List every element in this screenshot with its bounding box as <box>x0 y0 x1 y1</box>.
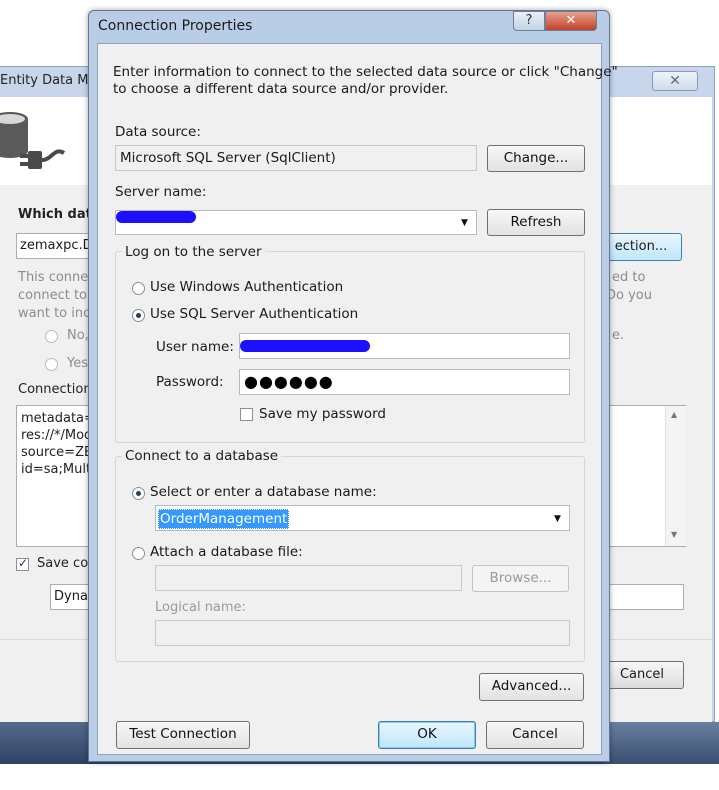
taskbar-strip-right <box>603 722 719 764</box>
dialog-title: Connection Properties <box>98 18 253 34</box>
save-password-checkbox[interactable] <box>240 408 253 421</box>
sql-auth-label: Use SQL Server Authentication <box>150 306 359 322</box>
wizard-title: Entity Data Mo <box>0 73 97 88</box>
database-name-value[interactable]: OrderManagement <box>158 509 290 529</box>
password-label: Password: <box>156 374 224 390</box>
check-mark-icon: ✓ <box>18 556 29 570</box>
windows-auth-label: Use Windows Authentication <box>150 279 344 295</box>
username-redaction <box>240 340 370 352</box>
advanced-button[interactable]: Advanced... <box>479 673 584 701</box>
windows-auth-radio[interactable] <box>132 282 145 295</box>
server-name-redaction <box>116 211 196 223</box>
dropdown-arrow-icon[interactable]: ▼ <box>461 218 468 228</box>
wizard-grey-text-r1: ed to <box>612 270 646 285</box>
attach-db-file-input[interactable] <box>155 565 462 591</box>
password-input[interactable]: ●●●●●● <box>239 369 570 395</box>
cancel-button[interactable]: Cancel <box>486 721 584 749</box>
dropdown-arrow-icon[interactable]: ▼ <box>554 514 561 524</box>
password-value: ●●●●●● <box>244 372 334 391</box>
radio-yes[interactable] <box>45 358 58 371</box>
browse-button[interactable]: Browse... <box>472 565 569 592</box>
connection-string-line-2: res://*/Mod <box>21 428 93 443</box>
plug-icon <box>20 149 66 169</box>
logical-name-label: Logical name: <box>155 600 246 615</box>
close-icon[interactable]: ✕ <box>545 11 597 31</box>
new-connection-button[interactable]: ection... <box>600 233 682 261</box>
wizard-grey-text-3: want to inc <box>18 306 91 321</box>
connection-string-line-1: metadata= <box>21 411 95 426</box>
scroll-down-icon[interactable]: ▼ <box>671 530 677 539</box>
attach-db-label: Attach a database file: <box>150 544 303 560</box>
wizard-close-button[interactable]: ✕ <box>652 71 698 91</box>
username-input[interactable] <box>239 333 570 359</box>
connection-string-scrollbar[interactable]: ▲ ▼ <box>665 406 686 546</box>
refresh-button[interactable]: Refresh <box>487 209 585 236</box>
connection-string-line-4: id=sa;Multi <box>21 462 95 477</box>
database-group-label: Connect to a database <box>122 448 282 464</box>
connection-properties-dialog: Connection Properties ? ✕ Enter informat… <box>88 10 618 762</box>
connection-combo[interactable]: zemaxpc.D <box>16 233 96 259</box>
dialog-client-area: Enter information to connect to the sele… <box>97 43 618 755</box>
intro-text-line-1: Enter information to connect to the sele… <box>113 64 618 80</box>
ok-button[interactable]: OK <box>378 721 476 749</box>
connection-string-label: Connection <box>18 382 92 397</box>
test-connection-button[interactable]: Test Connection <box>116 721 250 749</box>
save-password-label: Save my password <box>259 406 386 422</box>
scroll-up-icon[interactable]: ▲ <box>671 410 677 419</box>
change-button[interactable]: Change... <box>487 145 585 172</box>
help-icon[interactable]: ? <box>513 11 545 31</box>
logical-name-input[interactable] <box>155 620 570 646</box>
radio-no[interactable] <box>45 330 58 343</box>
intro-text-line-2: to choose a different data source and/or… <box>113 81 449 97</box>
wizard-grey-text-2: connect to <box>18 288 88 303</box>
data-source-value: Microsoft SQL Server (SqlClient) <box>115 145 477 171</box>
logon-group-label: Log on to the server <box>122 244 265 260</box>
select-db-label: Select or enter a database name: <box>150 484 377 500</box>
wizard-cancel-button[interactable]: Cancel <box>600 661 684 689</box>
data-source-label: Data source: <box>115 124 201 140</box>
radio-yes-label: Yes <box>67 356 88 371</box>
wizard-grey-text-r3: e. <box>612 328 625 343</box>
server-name-label: Server name: <box>115 184 207 200</box>
wizard-grey-text-r2: Do you <box>606 288 652 303</box>
attach-db-radio[interactable] <box>132 547 145 560</box>
server-name-combo[interactable]: ▼ <box>115 210 477 235</box>
select-db-radio[interactable] <box>132 487 145 500</box>
sql-auth-radio[interactable] <box>132 309 145 322</box>
wizard-grey-text-1: This conne <box>18 270 89 285</box>
radio-no-label: No, <box>67 328 89 343</box>
save-connection-checkbox[interactable]: ✓ <box>16 556 29 571</box>
username-label: User name: <box>156 339 234 355</box>
database-name-combo[interactable]: OrderManagement ▼ <box>155 505 570 531</box>
